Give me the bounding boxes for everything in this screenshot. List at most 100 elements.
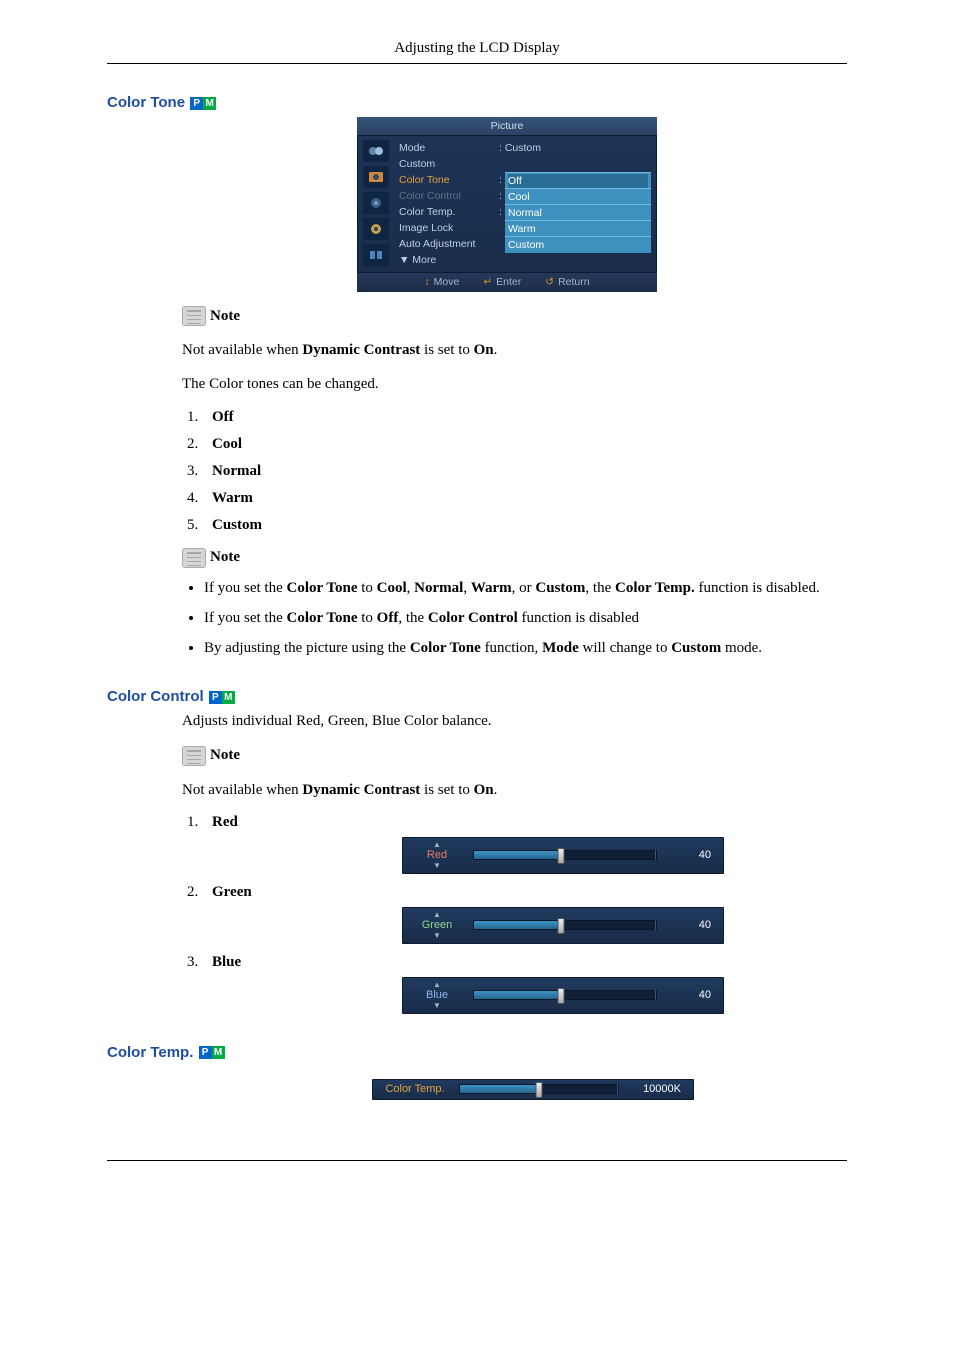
slider-tick: [655, 990, 656, 1000]
note-block: Note: [182, 548, 847, 568]
section-body-color-temp: Color Temp. 10000K: [182, 1079, 847, 1100]
m-icon: M: [222, 691, 235, 704]
slider-name: Red: [427, 849, 447, 862]
p-icon: P: [190, 97, 203, 110]
m-icon: M: [212, 1046, 225, 1059]
slider-value: 10000K: [629, 1083, 681, 1095]
list-item: Red ▲Red▼ 40: [202, 814, 847, 874]
slider-track: [473, 920, 657, 930]
osd-label: Image Lock: [399, 222, 499, 234]
list-item-label: Cool: [212, 436, 242, 452]
arrow-down-icon: ▼: [433, 862, 441, 870]
osd-icon-multi: [363, 244, 389, 266]
section-heading-color-temp: Color Temp. PM: [107, 1044, 847, 1061]
list-item: If you set the Color Tone to Off, the Co…: [204, 608, 847, 628]
slider-green: ▲Green▼ 40: [402, 907, 724, 944]
osd-dropdown: Warm: [505, 220, 651, 237]
osd-label: ▼ More: [399, 254, 499, 266]
paragraph: The Color tones can be changed.: [182, 374, 847, 394]
color-control-list: Red ▲Red▼ 40 Green ▲Green▼: [182, 814, 847, 1014]
slider-tick: [655, 850, 656, 860]
osd-row: Color Temp. : Normal: [399, 204, 651, 220]
slider-tick: [617, 1084, 618, 1094]
osd-icon-setup: [363, 218, 389, 240]
note-block: Note: [182, 746, 847, 766]
list-item-label: Custom: [212, 517, 262, 533]
section-heading-color-control: Color Control PM: [107, 688, 847, 705]
list-item-label: Blue: [212, 954, 241, 970]
osd-dd-item: Off: [508, 174, 648, 188]
section-body-color-control: Adjusts individual Red, Green, Blue Colo…: [182, 711, 847, 1014]
list-item: Blue ▲Blue▼ 40: [202, 954, 847, 1014]
slider-fill: [474, 991, 561, 999]
slider-label: ▲Blue▼: [411, 981, 463, 1010]
list-item: Green ▲Green▼ 40: [202, 884, 847, 944]
osd-row: Custom: [399, 156, 651, 172]
osd-dd-item: Warm: [508, 222, 648, 236]
note-icon: [182, 746, 206, 766]
list-item-label: Warm: [212, 490, 253, 506]
pm-badge: PM: [199, 1046, 225, 1059]
move-icon: [424, 276, 429, 288]
arrow-up-icon: ▲: [433, 981, 441, 989]
osd-icon-sound: [363, 192, 389, 214]
list-item: Cool: [202, 436, 847, 453]
slider-thumb: [558, 848, 565, 864]
osd-label: Color Control: [399, 190, 499, 202]
osd-row-highlight: Color Tone : Off: [399, 172, 651, 188]
osd-label: Auto Adjustment: [399, 238, 499, 250]
slider-track: [473, 850, 657, 860]
page: Adjusting the LCD Display Color Tone PM …: [107, 40, 847, 1201]
osd-row: ▼ More: [399, 252, 651, 268]
osd-value: : Custom: [499, 142, 651, 154]
osd-footer: Move Enter Return: [357, 272, 657, 292]
arrow-down-icon: ▼: [433, 932, 441, 940]
osd-dropdown: Custom: [505, 236, 651, 253]
slider-fill: [474, 921, 561, 929]
list-item: Off: [202, 409, 847, 426]
arrow-up-icon: ▲: [433, 911, 441, 919]
osd-foot-return: Return: [545, 276, 589, 288]
note-paragraph: Not available when Dynamic Contrast is s…: [182, 340, 847, 360]
pm-badge: PM: [190, 97, 216, 110]
osd-icon-input: [363, 140, 389, 162]
slider-value: 40: [667, 849, 711, 861]
osd-foot-enter: Enter: [483, 276, 521, 288]
osd-dd-item: Custom: [508, 238, 648, 252]
osd-foot-label: Return: [558, 276, 590, 288]
list-item: Custom: [202, 517, 847, 534]
list-item-label: Green: [212, 884, 252, 900]
osd-foot-label: Move: [434, 276, 460, 288]
osd-main: Mode: Custom Custom Color Tone : Off Col…: [395, 136, 657, 272]
slider-value: 40: [667, 989, 711, 1001]
p-icon: P: [199, 1046, 212, 1059]
section-heading-text: Color Temp.: [107, 1044, 193, 1061]
footer-rule: [107, 1160, 847, 1161]
slider-track: [473, 990, 657, 1000]
osd-icon-picture: [363, 166, 389, 188]
slider-label: Color Temp.: [381, 1083, 449, 1096]
list-item: Normal: [202, 463, 847, 480]
list-item: By adjusting the picture using the Color…: [204, 638, 847, 658]
list-item-label: Red: [212, 814, 238, 830]
osd-dd-item: Cool: [508, 190, 648, 204]
osd-dropdown: Off: [505, 172, 651, 189]
note-label: Note: [210, 308, 240, 325]
slider-track: [459, 1084, 619, 1094]
note-icon: [182, 548, 206, 568]
list-item-label: Normal: [212, 463, 261, 479]
slider-name: Green: [422, 919, 453, 932]
osd-title: Picture: [357, 117, 657, 136]
arrow-down-icon: ▼: [433, 1002, 441, 1010]
osd-body: Mode: Custom Custom Color Tone : Off Col…: [357, 136, 657, 272]
slider-name: Color Temp.: [385, 1083, 444, 1096]
slider-name: Blue: [426, 989, 448, 1002]
slider-blue: ▲Blue▼ 40: [402, 977, 724, 1014]
note-bullet-list: If you set the Color Tone to Cool, Norma…: [182, 578, 847, 659]
slider-thumb: [536, 1082, 543, 1098]
slider-tick: [655, 920, 656, 930]
slider-thumb: [558, 918, 565, 934]
slider-fill: [474, 851, 561, 859]
list-item: If you set the Color Tone to Cool, Norma…: [204, 578, 847, 598]
page-header-title: Adjusting the LCD Display: [107, 40, 847, 57]
